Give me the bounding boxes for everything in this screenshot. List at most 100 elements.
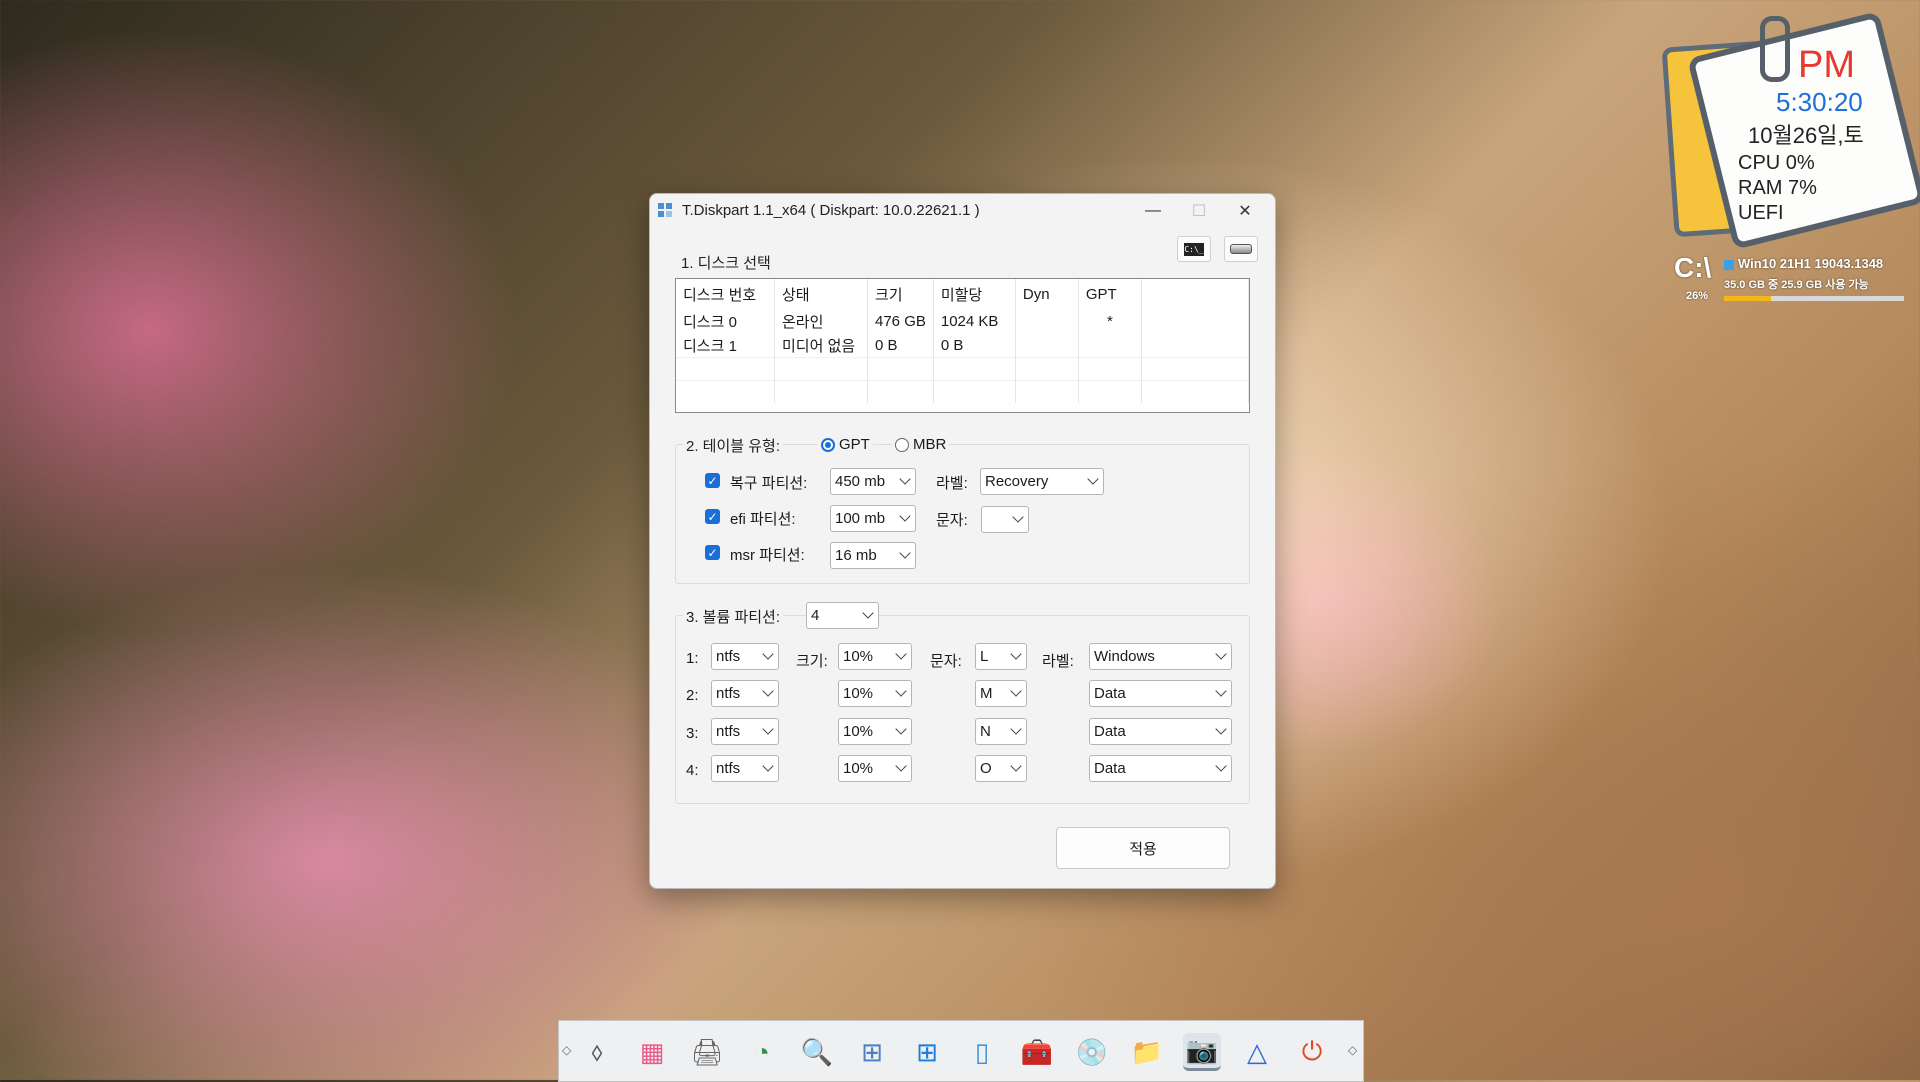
- chevron-down-icon: [762, 685, 774, 697]
- volume-fs-select[interactable]: ntfs: [711, 718, 779, 745]
- search-tool-icon[interactable]: 🔍: [798, 1033, 836, 1071]
- volume-count-value: 4: [811, 607, 820, 624]
- cell-status: 온라인: [774, 309, 868, 333]
- recovery-label-value: Recovery: [985, 473, 1049, 490]
- maximize-button[interactable]: ☐: [1176, 194, 1222, 227]
- recovery-label-select[interactable]: Recovery: [980, 468, 1104, 495]
- chevron-down-icon: [1010, 760, 1022, 772]
- cell-dyn: [1015, 309, 1079, 333]
- clock-date: 10월26일,토: [1748, 123, 1864, 148]
- close-button[interactable]: ✕: [1222, 194, 1268, 227]
- os-version: Win10 21H1 19043.1348: [1724, 256, 1883, 271]
- volume-count-select[interactable]: 4: [806, 602, 879, 629]
- eraser-icon[interactable]: ⬨: [578, 1033, 616, 1071]
- volume-label-select[interactable]: Data: [1089, 680, 1232, 707]
- cell-unallocated: 1024 KB: [933, 309, 1016, 333]
- recovery-checkbox[interactable]: ✓: [705, 473, 720, 488]
- volume-fs-value: ntfs: [716, 648, 741, 665]
- volume-size-value: 10%: [843, 760, 874, 777]
- table-row[interactable]: 디스크 0 온라인 476 GB 1024 KB *: [676, 309, 1250, 333]
- radio-selected-icon: [821, 437, 835, 452]
- msr-partition-label: msr 파티션:: [730, 547, 805, 564]
- col-size[interactable]: 크기: [867, 279, 934, 309]
- volume-size-select[interactable]: 10%: [838, 755, 912, 782]
- scroll-right-icon[interactable]: ◇: [1348, 1043, 1357, 1057]
- chevron-down-icon: [899, 510, 911, 522]
- volume-size-value: 10%: [843, 648, 874, 665]
- chevron-down-icon: [899, 547, 911, 559]
- col-dyn[interactable]: Dyn: [1015, 279, 1079, 309]
- volume-letter-select[interactable]: O: [975, 755, 1027, 782]
- msr-size-select[interactable]: 16 mb: [830, 542, 916, 569]
- volume-fs-select[interactable]: ntfs: [711, 643, 779, 670]
- disk-tool-icon[interactable]: 💿: [1073, 1033, 1111, 1071]
- table-row[interactable]: 디스크 1 미디어 없음 0 B 0 B: [676, 333, 1250, 358]
- volume-letter-select[interactable]: N: [975, 718, 1027, 745]
- efi-letter-select[interactable]: [981, 506, 1029, 533]
- volume-label-select[interactable]: Windows: [1089, 643, 1232, 670]
- volume-size-select[interactable]: 10%: [838, 643, 912, 670]
- size-caption: 크기:: [796, 653, 828, 670]
- label-caption: 라벨:: [1042, 653, 1074, 670]
- volume-letter-select[interactable]: M: [975, 680, 1027, 707]
- volume-label-select[interactable]: Data: [1089, 718, 1232, 745]
- scanner-icon[interactable]: 🖨: [688, 1033, 726, 1071]
- volume-letter-value: M: [980, 685, 993, 702]
- volume-size-value: 10%: [843, 723, 874, 740]
- minimize-button[interactable]: —: [1130, 194, 1176, 227]
- recovery-size-select[interactable]: 450 mb: [830, 468, 916, 495]
- gpt-radio[interactable]: GPT: [818, 436, 873, 453]
- ram-usage: RAM 7%: [1738, 177, 1817, 199]
- volume-label-select[interactable]: Data: [1089, 755, 1232, 782]
- disk-manager-button[interactable]: [1224, 236, 1258, 262]
- start-icon[interactable]: ▦: [633, 1033, 671, 1071]
- title-bar[interactable]: T.Diskpart 1.1_x64 ( Diskpart: 10.0.2262…: [650, 194, 1275, 227]
- cell-size: 476 GB: [867, 309, 934, 333]
- volume-fs-value: ntfs: [716, 760, 741, 777]
- volume-size-select[interactable]: 10%: [838, 680, 912, 707]
- col-unallocated[interactable]: 미할당: [933, 279, 1016, 309]
- power-icon[interactable]: ⏻: [1293, 1033, 1331, 1071]
- volume-label-value: Windows: [1094, 648, 1155, 665]
- chevron-down-icon: [862, 607, 874, 619]
- cell-dyn: [1015, 333, 1079, 358]
- drive-usage-text: 35.0 GB 중 25.9 GB 사용 가능: [1724, 279, 1869, 291]
- drive-icon[interactable]: △: [1238, 1033, 1276, 1071]
- cmd-button[interactable]: C:\_: [1177, 236, 1211, 262]
- scroll-left-icon[interactable]: ◇: [562, 1043, 571, 1057]
- cell-disk-number: 디스크 0: [676, 309, 775, 333]
- disk-list-table[interactable]: 디스크 번호 상태 크기 미할당 Dyn GPT 디스크 0 온라인 476 G…: [675, 278, 1250, 413]
- col-gpt[interactable]: GPT: [1078, 279, 1142, 309]
- table-type-title: 2. 테이블 유형:: [683, 435, 784, 456]
- os-version-text: Win10 21H1 19043.1348: [1738, 256, 1884, 271]
- efi-checkbox[interactable]: ✓: [705, 509, 720, 524]
- chevron-down-icon: [899, 473, 911, 485]
- partition-icon[interactable]: ◔: [743, 1033, 781, 1071]
- col-disk-number[interactable]: 디스크 번호: [676, 279, 775, 309]
- windows-icon[interactable]: ⊞: [908, 1033, 946, 1071]
- volume-fs-value: ntfs: [716, 685, 741, 702]
- col-spacer: [1141, 279, 1250, 309]
- widgets-icon[interactable]: ⊞: [853, 1033, 891, 1071]
- recovery-label-caption: 라벨:: [936, 475, 968, 492]
- efi-size-select[interactable]: 100 mb: [830, 505, 916, 532]
- explorer-icon[interactable]: 📁: [1128, 1033, 1166, 1071]
- cell-status: 미디어 없음: [774, 333, 868, 358]
- volume-fs-select[interactable]: ntfs: [711, 680, 779, 707]
- volume-fs-select[interactable]: ntfs: [711, 755, 779, 782]
- mbr-radio[interactable]: MBR: [892, 436, 950, 453]
- apply-button[interactable]: 적용: [1056, 827, 1230, 869]
- volume-letter-select[interactable]: L: [975, 643, 1027, 670]
- camera-icon[interactable]: 📷: [1183, 1033, 1221, 1071]
- chevron-down-icon: [1215, 723, 1227, 735]
- gpt-radio-label: GPT: [839, 436, 870, 453]
- chevron-down-icon: [895, 760, 907, 772]
- msr-checkbox[interactable]: ✓: [705, 545, 720, 560]
- paperclip-icon: [1760, 16, 1790, 82]
- col-status[interactable]: 상태: [774, 279, 868, 309]
- notepad-icon[interactable]: ▯: [963, 1033, 1001, 1071]
- volume-partition-title: 3. 볼륨 파티션:: [683, 606, 784, 627]
- toolbox-icon[interactable]: 🧰: [1018, 1033, 1056, 1071]
- chevron-down-icon: [762, 760, 774, 772]
- volume-size-select[interactable]: 10%: [838, 718, 912, 745]
